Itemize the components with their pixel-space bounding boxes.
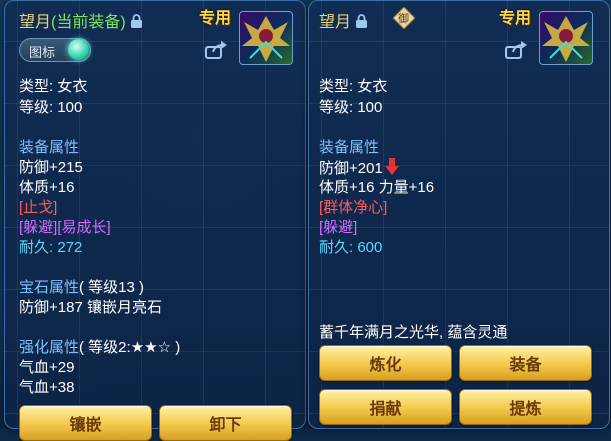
character-portrait xyxy=(239,11,293,65)
defense-line: 防御+215 xyxy=(19,159,83,176)
durability-label: 耐久: xyxy=(319,239,358,256)
item-name-text: 望月 xyxy=(19,14,52,31)
icon-toggle[interactable]: 图标 xyxy=(19,38,91,62)
special-skills: [躲避][易成长] xyxy=(19,219,111,236)
enhance-attr-title: 强化属性 xyxy=(19,339,80,356)
bag-item-panel: 望月 御 专用 类型: 女衣 等级: 100 装备属性 防御+201 体质+16… xyxy=(308,0,610,429)
refine-button[interactable]: 炼化 xyxy=(319,345,452,381)
extract-button[interactable]: 提炼 xyxy=(459,389,592,425)
special-effect: [止戈] xyxy=(19,199,58,216)
current-equip-tag: (当前装备) xyxy=(51,14,126,31)
seal-text: 御 xyxy=(398,13,409,25)
equip-button[interactable]: 装备 xyxy=(459,345,592,381)
stats-line: 体质+16 力量+16 xyxy=(319,179,435,196)
share-icon[interactable] xyxy=(205,41,227,59)
defense-line: 防御+201 xyxy=(319,158,399,179)
type-line: 类型: 女衣 xyxy=(319,78,388,95)
lock-icon xyxy=(131,14,143,28)
item-description: 蓄千年满月之光华, 蕴含灵通 xyxy=(319,324,508,341)
defense-value: 防御+201 xyxy=(319,160,383,177)
seal-badge: 御 xyxy=(392,6,416,30)
gem-line: 防御+187 镶嵌月亮石 xyxy=(19,299,162,316)
level-line: 等级: 100 xyxy=(319,99,383,116)
share-icon[interactable] xyxy=(505,41,527,59)
arrow-down-icon xyxy=(384,158,399,175)
durability-value: 272 xyxy=(57,239,83,256)
icon-toggle-label: 图标 xyxy=(29,45,56,60)
durability-label: 耐久: xyxy=(19,239,58,256)
donate-button[interactable]: 捐献 xyxy=(319,389,452,425)
durability-value: 600 xyxy=(357,239,383,256)
gem-level: ( 等级13 ) xyxy=(79,279,145,296)
durability-line: 耐久: 272 xyxy=(19,238,82,258)
character-portrait xyxy=(539,11,593,65)
physique-line: 体质+16 xyxy=(19,179,75,196)
special-skills: [躲避] xyxy=(319,219,358,236)
equip-attr-title: 装备属性 xyxy=(319,139,380,156)
equipped-item-panel: 望月(当前装备) 专用 图标 类型: 女衣 等级: 100 装备属性 防御+21… xyxy=(4,0,306,441)
durability-line: 耐久: 600 xyxy=(319,238,382,258)
exclusive-label: 专用 xyxy=(199,10,232,27)
item-name: 望月(当前装备) xyxy=(19,8,143,32)
type-line: 类型: 女衣 xyxy=(19,78,88,95)
equip-attr-title: 装备属性 xyxy=(19,139,80,156)
enhance-level: ( 等级2:★★☆ ) xyxy=(79,339,181,356)
lock-icon xyxy=(356,14,368,28)
exclusive-label: 专用 xyxy=(499,10,532,27)
toggle-knob xyxy=(68,39,89,60)
gem-attr-title: 宝石属性 xyxy=(19,279,80,296)
unequip-button[interactable]: 卸下 xyxy=(159,405,292,441)
hp-line-1: 气血+29 xyxy=(19,359,75,376)
hp-line-2: 气血+38 xyxy=(19,379,75,396)
enhance-attr-row: 强化属性( 等级2:★★☆ ) xyxy=(19,338,180,358)
level-line: 等级: 100 xyxy=(19,99,83,116)
special-effect: [群体净心] xyxy=(319,199,388,216)
item-name: 望月 xyxy=(319,8,368,32)
gem-attr-row: 宝石属性( 等级13 ) xyxy=(19,278,144,298)
inlay-button[interactable]: 镶嵌 xyxy=(19,405,152,441)
item-name-text: 望月 xyxy=(319,14,352,31)
